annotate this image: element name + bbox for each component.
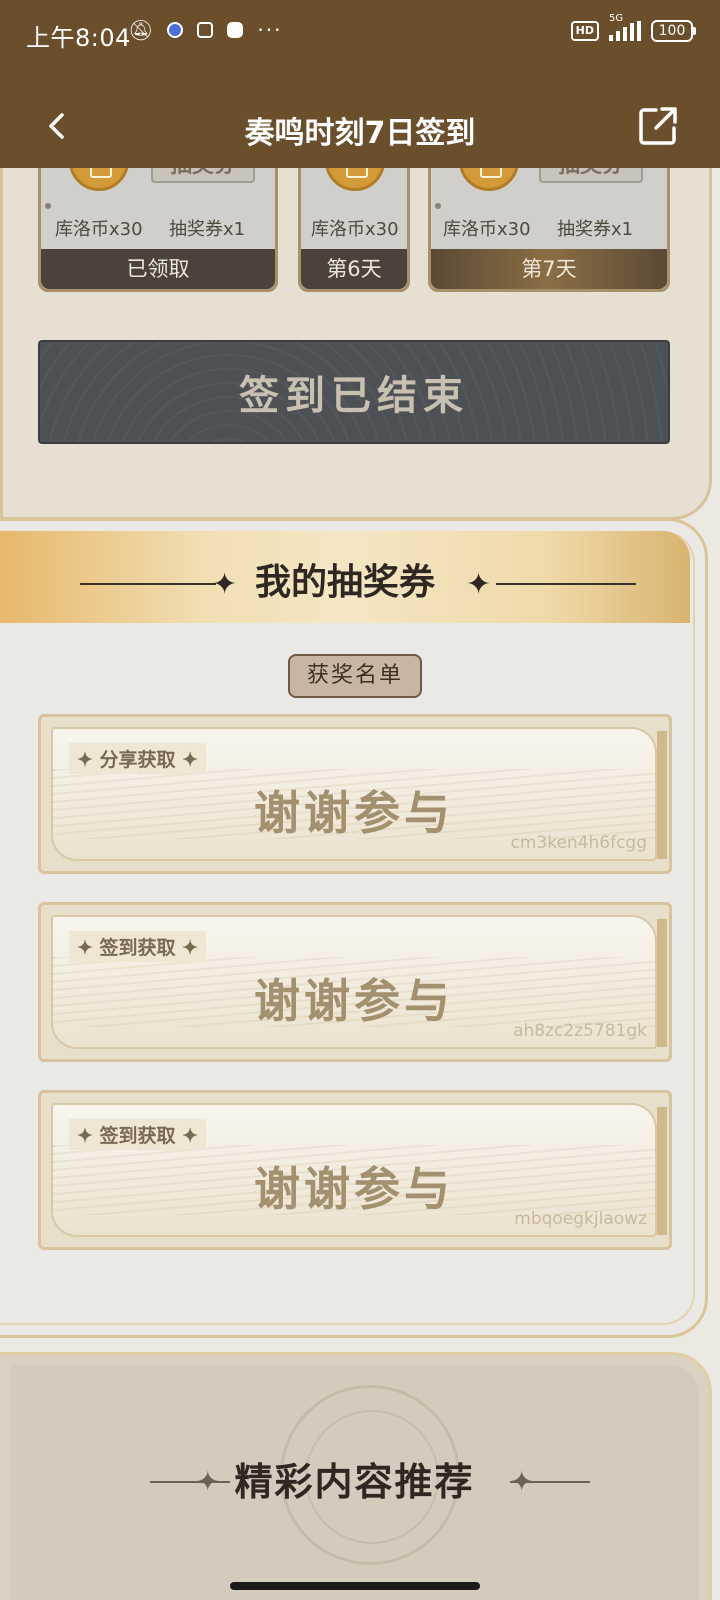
title-bar: 奏鸣时刻7日签到 (0, 96, 720, 156)
recommend-title: 精彩内容推荐 (234, 1459, 475, 1504)
hd-voice-icon: HD (570, 21, 599, 41)
external-share-icon (639, 107, 677, 145)
status-time: 上午8:04 (26, 24, 131, 52)
lottery-ticket[interactable]: ✦ 签到获取 ✦ 谢谢参与 mbqoegkjlaowz (38, 1090, 672, 1250)
lottery-title: 我的抽奖券 (254, 561, 435, 603)
cloud-notification-icon (197, 22, 214, 38)
page-title: 奏鸣时刻7日签到 (244, 116, 476, 151)
ticket-source: ✦ 签到获取 ✦ (69, 931, 207, 962)
status-bar: 上午8:04 🔕︎ ··· HD 5G 100 (0, 0, 720, 64)
app-header: 上午8:04 🔕︎ ··· HD 5G 100 奏鸣时刻7日签到 (0, 0, 720, 168)
coin-reward-text: 库洛币x30 (443, 219, 531, 240)
coin-reward-text: 库洛币x30 (311, 219, 399, 240)
lottery-header: ✦ 我的抽奖券 ✦ (0, 531, 690, 623)
status-system-icons: HD 5G 100 (570, 13, 696, 42)
day-status-label: 已领取 (41, 249, 275, 289)
ticket-code: ah8zc2z5781gk (513, 1021, 647, 1041)
bell-off-icon: 🔕︎ (128, 18, 154, 42)
status-notification-icons: 🔕︎ ··· (128, 18, 282, 42)
title-divider-right (510, 1481, 590, 1483)
recommend-section: ✦ 精彩内容推荐 ✦ (0, 1352, 712, 1600)
home-indicator[interactable] (230, 1582, 480, 1590)
ticket-code: cm3ken4h6fcgg (510, 833, 647, 853)
signin-ended-label: 签到已结束 (239, 372, 469, 419)
coin-reward-text: 库洛币x30 (55, 219, 143, 240)
app-notification-icon (167, 22, 184, 38)
signin-ended-button[interactable]: 签到已结束 (38, 340, 670, 444)
ticket-body: ✦ 分享获取 ✦ 谢谢参与 cm3ken4h6fcgg (51, 727, 657, 861)
day-card-6[interactable]: 库洛币x30 第6天 (298, 149, 410, 292)
recommend-body: ✦ 精彩内容推荐 ✦ (10, 1365, 699, 1600)
day-card-7[interactable]: 抽奖券 库洛币x30 抽奖券x1 第7天 (428, 147, 670, 292)
signal-icon: 5G (609, 13, 641, 41)
ticket-reward-text: 抽奖券x1 (169, 219, 246, 240)
game-notification-icon (227, 22, 244, 38)
share-button[interactable] (636, 104, 680, 148)
day-status-label: 第7天 (431, 249, 667, 289)
day-status-label: 第6天 (301, 249, 407, 289)
ticket-body: ✦ 签到获取 ✦ 谢谢参与 ah8zc2z5781gk (51, 915, 657, 1049)
day-card-claimed[interactable]: 抽奖券 库洛币x30 抽奖券x1 已领取 (38, 147, 278, 292)
ticket-code: mbqoegkjlaowz (514, 1209, 647, 1229)
ticket-source: ✦ 签到获取 ✦ (69, 1119, 207, 1150)
battery-level: 100 (651, 20, 693, 42)
dot-marker (435, 203, 441, 209)
ticket-edge (657, 731, 667, 859)
sparkle-icon: ✦ (466, 567, 492, 602)
winners-list-button[interactable]: 获奖名单 (288, 654, 422, 698)
ticket-reward-text: 抽奖券x1 (557, 219, 634, 240)
battery-icon: 100 (651, 20, 696, 42)
dot-marker (45, 203, 51, 209)
ticket-edge (657, 1107, 667, 1235)
more-notifications-icon: ··· (257, 18, 283, 42)
ticket-edge (657, 919, 667, 1047)
network-type: 5G (609, 13, 624, 24)
lottery-ticket[interactable]: ✦ 分享获取 ✦ 谢谢参与 cm3ken4h6fcgg (38, 714, 672, 874)
lottery-ticket[interactable]: ✦ 签到获取 ✦ 谢谢参与 ah8zc2z5781gk (38, 902, 672, 1062)
title-divider-right (496, 583, 636, 585)
ticket-body: ✦ 签到获取 ✦ 谢谢参与 mbqoegkjlaowz (51, 1103, 657, 1237)
ticket-source: ✦ 分享获取 ✦ (69, 743, 207, 774)
